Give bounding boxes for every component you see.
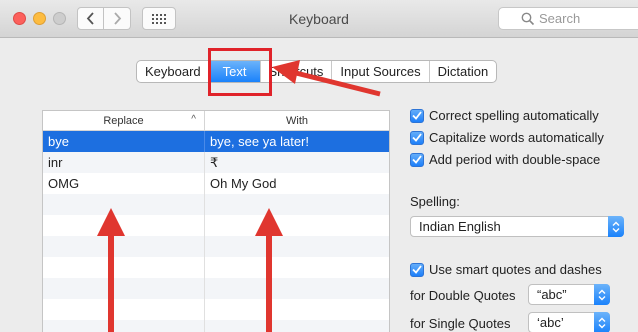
spelling-value: Indian English [419,219,501,234]
empty-row [43,236,389,257]
spelling-label: Spelling: [410,194,460,209]
checkbox-label: Add period with double-space [429,152,601,167]
replace-cell[interactable]: OMG [43,173,205,194]
with-cell[interactable]: Oh My God [205,173,389,194]
updown-arrows-icon [594,284,610,305]
column-label: With [286,114,308,127]
checkbox-label: Use smart quotes and dashes [429,262,602,277]
sort-ascending-icon: ^ [191,114,196,125]
table-header: Replace ^ With [43,111,389,131]
double-quotes-popup[interactable]: “abc” [528,284,610,305]
title-bar: Keyboard Search [0,0,638,38]
single-quotes-value: ‘abc’ [537,315,564,330]
search-placeholder: Search [539,11,581,26]
highlight-box [208,48,272,96]
empty-row [43,215,389,236]
table-body: bye bye, see ya later! inr ₹ OMG Oh My G… [43,131,389,332]
column-header-with[interactable]: With [205,111,389,130]
table-row[interactable]: inr ₹ [43,152,389,173]
updown-arrows-icon [594,312,610,332]
checkbox-label: Correct spelling automatically [429,108,599,123]
tab-input-sources[interactable]: Input Sources [332,61,430,82]
tab-dictation[interactable]: Dictation [430,61,497,82]
empty-row [43,194,389,215]
tab-keyboard[interactable]: Keyboard [137,61,210,82]
checkmark-icon [410,152,424,167]
checkmark-icon [410,262,424,277]
smart-quotes-checkbox[interactable]: Use smart quotes and dashes [410,262,602,277]
checkmark-icon [410,130,424,145]
tab-bar: Keyboard Text Shortcuts Input Sources Di… [136,60,498,83]
replace-cell[interactable]: inr [43,152,205,173]
spelling-popup[interactable]: Indian English [410,216,624,237]
double-quotes-label: for Double Quotes [410,288,516,303]
search-field[interactable]: Search [498,7,638,30]
search-icon [521,12,535,26]
capitalize-words-checkbox[interactable]: Capitalize words automatically [410,130,604,145]
checkmark-icon [410,108,424,123]
empty-row [43,257,389,278]
text-replacement-table[interactable]: Replace ^ With bye bye, see ya later! in… [42,110,390,332]
add-period-checkbox[interactable]: Add period with double-space [410,152,600,167]
correct-spelling-checkbox[interactable]: Correct spelling automatically [410,108,599,123]
single-quotes-label: for Single Quotes [410,316,511,331]
empty-row [43,320,389,332]
checkbox-label: Capitalize words automatically [429,130,604,145]
double-quotes-value: “abc” [537,287,567,302]
replace-cell[interactable]: bye [43,131,205,152]
updown-arrows-icon [608,216,624,237]
empty-row [43,299,389,320]
table-row[interactable]: OMG Oh My God [43,173,389,194]
column-label: Replace [103,114,144,127]
column-header-replace[interactable]: Replace ^ [43,111,205,130]
single-quotes-popup[interactable]: ‘abc’ [528,312,610,332]
with-cell[interactable]: ₹ [205,152,389,173]
empty-row [43,278,389,299]
table-row[interactable]: bye bye, see ya later! [43,131,389,152]
with-cell[interactable]: bye, see ya later! [205,131,389,152]
